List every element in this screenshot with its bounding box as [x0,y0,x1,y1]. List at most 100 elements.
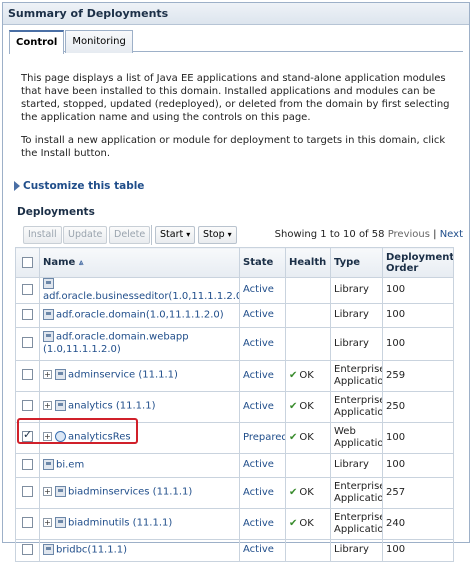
expand-plus-icon[interactable]: + [43,370,52,380]
pagination: Showing 1 to 10 of 58 Previous | Next [275,229,463,240]
type-cell: Enterprise Application [330,476,383,509]
row-checkbox[interactable] [22,308,33,320]
table-row[interactable]: adf.oracle.domain(1.0,11.1.1.2.0) Active L… [15,302,454,328]
row-select-cell [15,277,40,304]
next-link[interactable]: Next [440,229,463,240]
library-icon [43,278,54,289]
expand-plus-icon[interactable]: + [43,487,52,497]
update-button[interactable]: Update [63,226,108,244]
table-row[interactable]: adf.oracle.domain.webapp (1.0,11.1.1.2.0… [15,326,454,361]
deployment-name-link[interactable]: biadminutils (11.1.1) [68,518,172,529]
sort-ascending-icon[interactable]: ⩓ [79,258,84,267]
page-description: This page displays a list of Java EE app… [3,52,469,160]
state-cell: Active [239,452,286,478]
deployments-section-title: Deployments [17,206,95,218]
deployment-name-link[interactable]: adminservice (11.1.1) [68,370,178,381]
table-row[interactable]: + analytics (11.1.1) Active ✔ OK Enterprise A… [15,390,454,423]
type-cell: Library [330,302,383,328]
tab-bar: Control Monitoring [9,25,463,54]
table-header-row: Name ⩓ State Health Type Deployment Orde… [15,247,454,278]
row-checkbox[interactable] [22,429,33,443]
stop-dropdown-button[interactable]: Stop ▾ [198,226,237,244]
row-checkbox[interactable] [22,284,33,295]
type-cell: Library [330,277,383,304]
row-checkbox[interactable] [22,517,33,529]
table-row[interactable]: bi.em Active Library 100 [15,452,454,478]
type-cell: Library [330,326,383,361]
description-install-paragraph: To install a new application or module f… [21,135,446,159]
column-header-deployment-order[interactable]: Deployment Order [382,247,454,278]
state-cell: Prepared [239,421,286,454]
chevron-down-icon: ▾ [186,230,191,239]
expand-plus-icon[interactable]: + [43,401,52,411]
deployment-name-link[interactable]: adf.oracle.domain.webapp (1.0,11.1.1.2.0… [43,332,189,355]
start-dropdown-button[interactable]: Start ▾ [155,226,196,244]
type-cell: Library [330,538,383,562]
checkmark-icon: ✔ [289,486,298,498]
deployment-order-cell: 240 [382,507,454,540]
row-checkbox[interactable] [22,543,33,555]
table-row[interactable]: + biadminservices (11.1.1) Active ✔ OK Enterp… [15,476,454,509]
previous-link[interactable]: Previous [388,229,430,240]
deployment-name-link[interactable]: analytics (11.1.1) [68,401,156,412]
library-icon [43,331,54,343]
deployment-name-cell: + biadminutils (11.1.1) [39,507,240,540]
state-cell: Active [239,277,286,304]
row-checkbox[interactable] [22,486,33,498]
row-checkbox[interactable] [22,369,33,381]
table-row[interactable]: + adminservice (11.1.1) Active ✔ OK Enterpris… [15,359,454,392]
deployment-name-cell: + adminservice (11.1.1) [39,359,240,392]
deployment-name-link[interactable]: bi.em [56,459,84,470]
table-row[interactable]: +analyticsResPrepared✔OKWeb Application1… [15,421,454,454]
enterprise-application-icon [55,400,66,412]
customize-table-label: Customize this table [23,180,145,192]
row-select-cell [15,390,40,423]
row-checkbox[interactable] [22,337,33,349]
deployment-order-cell: 100 [382,302,454,328]
toolbar-separator [151,225,152,245]
expand-plus-icon[interactable]: + [43,518,52,528]
type-cell: Enterprise Application [330,359,383,392]
row-checkbox[interactable] [22,458,33,470]
health-label: OK [299,486,314,498]
row-select-cell [15,452,40,478]
row-checkbox[interactable] [22,400,33,412]
install-button[interactable]: Install [23,226,62,244]
health-label: OK [299,517,314,529]
deployment-name-link[interactable]: analyticsRes [68,432,131,443]
web-application-icon [55,431,66,443]
deployments-table: Name ⩓ State Health Type Deployment Orde… [15,247,454,562]
health-cell [285,538,331,562]
checkmark-icon: ✔ [289,517,298,529]
tab-control[interactable]: Control [9,30,65,54]
select-all-cell [15,247,40,278]
column-header-health[interactable]: Health [285,247,331,278]
health-cell [285,452,331,478]
enterprise-application-icon [55,486,66,498]
paging-divider: | [433,229,437,240]
deployment-name-link[interactable]: biadminservices (11.1.1) [68,487,192,498]
health-label: OK [299,431,314,443]
type-cell: Enterprise Application [330,507,383,540]
table-row[interactable]: + biadminutils (11.1.1) Active ✔ OK Enterpris… [15,507,454,540]
state-cell: Active [239,302,286,328]
customize-table-link[interactable]: Customize this table [14,180,469,192]
table-row[interactable]: adf.oracle.businesseditor(1.0,11.1.1.2.0… [15,277,454,304]
select-all-checkbox[interactable] [22,256,33,268]
deployment-name-link[interactable]: adf.oracle.businesseditor(1.0,11.1.1.2.0… [43,291,239,302]
health-cell: ✔ OK [285,390,331,423]
column-header-type[interactable]: Type [330,247,383,278]
expand-plus-icon[interactable]: + [43,432,52,442]
checkmark-icon: ✔ [289,400,298,412]
deployments-toolbar: Install Update Delete Start ▾ Stop ▾ Sho… [17,222,469,250]
panel-title: Summary of Deployments [3,3,469,25]
table-row[interactable]: bridbc(11.1.1) Active Library 100 [15,538,454,562]
tab-monitoring[interactable]: Monitoring [65,30,133,53]
column-header-name[interactable]: Name ⩓ [39,247,240,278]
column-header-state[interactable]: State [239,247,286,278]
deployment-name-link[interactable]: bridbc(11.1.1) [56,544,127,555]
delete-button[interactable]: Delete [109,226,151,244]
health-cell: ✔ OK [285,421,331,454]
deployment-name-link[interactable]: adf.oracle.domain(1.0,11.1.1.2.0) [56,309,224,320]
library-icon [43,308,54,320]
